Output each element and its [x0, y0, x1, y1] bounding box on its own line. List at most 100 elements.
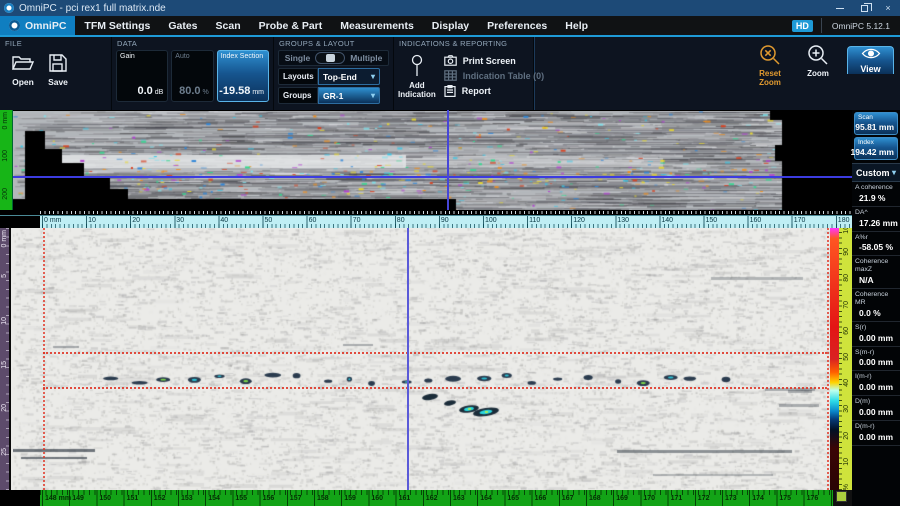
groups-label: Groups: [278, 87, 318, 104]
ruler-label: 152: [151, 495, 166, 502]
zoom-button[interactable]: Zoom: [799, 43, 837, 78]
menu-bar: OmniPCTFM SettingsGatesScanProbe & PartM…: [0, 16, 900, 35]
menu-item-measurements[interactable]: Measurements: [331, 16, 423, 35]
layouts-dropdown[interactable]: Top-End ▾: [318, 68, 380, 85]
open-label: Open: [12, 77, 34, 87]
reset-zoom-button[interactable]: Reset Zoom: [751, 43, 789, 87]
hd-badge[interactable]: HD: [792, 20, 813, 32]
print-screen-label: Print Screen: [463, 56, 516, 66]
top-view-horizontal-cursor[interactable]: [13, 176, 852, 178]
ruler-label: 10: [843, 458, 850, 466]
ruler-label: 30: [843, 405, 850, 413]
ruler-label: 151: [124, 495, 139, 502]
ruler-label: 50: [263, 217, 273, 224]
menu-item-omnipc[interactable]: OmniPC: [0, 16, 75, 35]
restore-button[interactable]: [852, 0, 876, 16]
ruler-label: 0 mm: [1, 230, 8, 248]
top-view-vertical-cursor[interactable]: [447, 110, 449, 210]
gate-line-a[interactable]: [43, 352, 827, 354]
window-title: OmniPC - pci rex1 full matrix.nde: [19, 3, 828, 14]
minimize-button[interactable]: [828, 0, 852, 16]
groups-dropdown[interactable]: GR-1 ▾: [318, 87, 380, 104]
multiple-label[interactable]: Multiple: [350, 53, 382, 63]
ruler-label: 5: [1, 274, 8, 278]
ruler-label: 166: [532, 495, 547, 502]
top-view-canvas[interactable]: [13, 111, 852, 210]
ruler-label: 172: [695, 495, 710, 502]
menu-item-tfm-settings[interactable]: TFM Settings: [75, 16, 159, 35]
ruler-label: 153: [178, 495, 193, 502]
ruler-label: 0 mm: [2, 112, 9, 130]
menu-item-gates[interactable]: Gates: [159, 16, 206, 35]
indication-table-button[interactable]: Indication Table (0): [444, 68, 544, 83]
ruler-label: 150: [96, 495, 111, 502]
menu-item-probe-part[interactable]: Probe & Part: [250, 16, 332, 35]
chevron-down-icon: ▾: [371, 91, 375, 100]
reading-d-m-r-: D(m-r)0.00 mm: [852, 421, 900, 446]
ruler-label: 155: [232, 495, 247, 502]
reading-i-m-r-: I(m-r)0.00 mm: [852, 371, 900, 396]
ruler-corner: [0, 490, 40, 506]
zone-boundary-right[interactable]: [827, 228, 829, 490]
ruler-label: 176: [804, 495, 819, 502]
groups-value: GR-1: [323, 91, 343, 101]
add-indication-button[interactable]: Add Indication: [398, 51, 436, 100]
menu-item-preferences[interactable]: Preferences: [478, 16, 556, 35]
open-button[interactable]: Open: [12, 53, 34, 87]
field-gain[interactable]: Gain0.0 dB: [116, 50, 168, 102]
top-scan-view[interactable]: 0 mm100200: [0, 110, 852, 210]
reset-zoom-icon: [758, 43, 782, 67]
save-label: Save: [48, 77, 68, 87]
report-button[interactable]: Report: [444, 83, 544, 98]
ruler-label: 170: [640, 495, 655, 502]
ruler-label: 174: [749, 495, 764, 502]
ruler-label: 50: [843, 353, 850, 361]
pin-icon: [409, 53, 425, 79]
close-button[interactable]: ×: [876, 0, 900, 16]
single-label[interactable]: Single: [285, 53, 311, 63]
readings-preset-dropdown[interactable]: Custom ▾: [852, 163, 900, 182]
print-screen-button[interactable]: Print Screen: [444, 53, 544, 68]
ruler-label: 0 mm: [42, 217, 62, 224]
menu-item-scan[interactable]: Scan: [207, 16, 250, 35]
bottom-view-canvas[interactable]: [13, 228, 830, 490]
omnipc-logo-icon: [9, 20, 20, 31]
bottom-scan-view[interactable]: 0 mm510152025 1009080706050403020100 %: [0, 228, 852, 490]
ruler-label: 170: [792, 217, 806, 224]
ruler-label: 167: [559, 495, 574, 502]
field-index-section[interactable]: Index Section-19.58 mm: [217, 50, 269, 102]
scan-viewport: 0 mm100200 0 mm1020304050607080901001101…: [0, 110, 852, 506]
clipboard-icon: [444, 85, 456, 97]
ruler-label: 158: [314, 495, 329, 502]
single-multiple-toggle[interactable]: [315, 52, 345, 64]
reset-zoom-label: Reset Zoom: [751, 69, 789, 87]
ruler-label: 159: [341, 495, 356, 502]
menu-item-display[interactable]: Display: [423, 16, 478, 35]
zoom-label: Zoom: [807, 69, 829, 78]
scan-position-box[interactable]: Scan 95.81 mm: [854, 112, 898, 135]
report-label: Report: [462, 86, 491, 96]
view-tab[interactable]: View: [847, 46, 894, 74]
restore-icon: [861, 5, 868, 12]
index-position-box[interactable]: Index 194.42 mm: [854, 137, 898, 160]
reading-coherence-mr: Coherence MR0.0 %: [852, 289, 900, 322]
ruler-label: 80: [395, 217, 405, 224]
readings-sidebar: Scan 95.81 mm Index 194.42 mm Custom ▾ A…: [852, 110, 900, 506]
ruler-label: 20: [130, 217, 140, 224]
field-auto[interactable]: Auto80.0 %: [171, 50, 213, 102]
reading-s-r-: S(r)0.00 mm: [852, 322, 900, 347]
ruler-label: 80: [843, 274, 850, 282]
toolbar: FILE Open Save DATA Gain0.0 dBAuto80.0 %…: [0, 37, 900, 110]
save-button[interactable]: Save: [48, 53, 68, 87]
indication-table-label: Indication Table (0): [463, 71, 544, 81]
chevron-down-icon: ▾: [892, 168, 896, 177]
menu-item-help[interactable]: Help: [556, 16, 597, 35]
zone-boundary-left[interactable]: [43, 228, 45, 490]
ruler-label: 200: [2, 188, 9, 200]
bottom-view-vertical-cursor[interactable]: [407, 228, 409, 490]
gate-line-b[interactable]: [43, 387, 827, 389]
ruler-label: 110: [527, 217, 540, 224]
groups-layout-header: GROUPS & LAYOUT: [279, 39, 389, 48]
layouts-label: Layouts: [278, 68, 318, 85]
ruler-label: 162: [423, 495, 438, 502]
